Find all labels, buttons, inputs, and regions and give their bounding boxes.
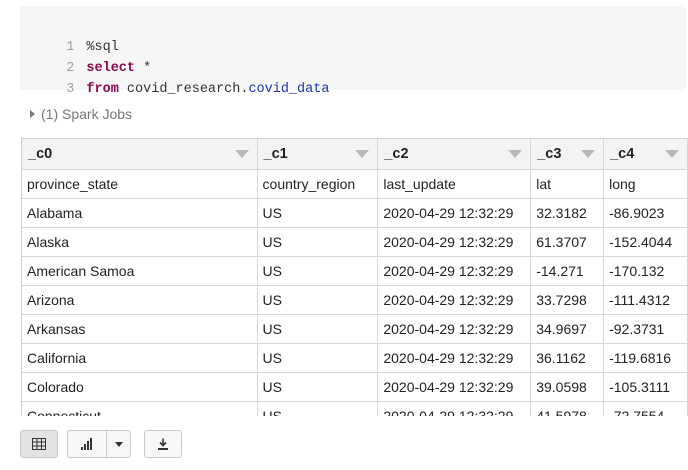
table-cell[interactable]: 33.7298 [530, 285, 605, 315]
code-line-2: 2 select * [20, 37, 151, 76]
column-header-c1[interactable]: _c1 [257, 139, 379, 170]
table-row: California US 2020-04-29 12:32:29 36.1162 -1… [22, 343, 688, 373]
table-cell[interactable]: -119.6816 [603, 343, 688, 373]
table-cell[interactable]: 41.5978 [530, 401, 605, 416]
table-cell[interactable]: 2020-04-29 12:32:29 [377, 198, 532, 228]
table-cell[interactable]: 34.9697 [530, 314, 605, 344]
download-button[interactable] [144, 430, 182, 458]
table-cell[interactable]: -92.3731 [603, 314, 688, 344]
code-cell[interactable]: 1 %sql 2 select * 3 from covid_research.cov… [20, 6, 686, 97]
table-name: covid_data [248, 82, 330, 97]
table-cell[interactable]: US [257, 256, 379, 286]
sort-caret-icon[interactable] [508, 150, 523, 158]
column-header-c3[interactable]: _c3 [530, 139, 605, 170]
table-cell[interactable]: 32.3182 [530, 198, 605, 228]
table-cell[interactable]: Alabama [22, 198, 258, 228]
column-header-label: _c3 [537, 145, 562, 162]
table-cell[interactable]: 2020-04-29 12:32:29 [377, 401, 532, 416]
table-cell[interactable]: province_state [22, 169, 258, 199]
table-row: Arizona US 2020-04-29 12:32:29 33.7298 -111.… [22, 285, 688, 315]
table-cell[interactable]: long [603, 169, 688, 199]
table-icon [32, 438, 46, 450]
table-cell[interactable]: US [257, 372, 379, 402]
table-cell[interactable]: lat [530, 169, 605, 199]
table-cell[interactable]: 2020-04-29 12:32:29 [377, 285, 532, 315]
sort-caret-icon[interactable] [665, 150, 679, 158]
table-cell[interactable]: 39.0598 [530, 372, 605, 402]
sql-keyword-from: from [86, 82, 119, 97]
chart-view-button[interactable] [67, 430, 131, 458]
table-cell[interactable]: country_region [257, 169, 379, 199]
table-cell[interactable]: -72.7554 [603, 401, 688, 416]
chart-type-dropdown[interactable] [107, 441, 130, 447]
result-table[interactable]: _c0 _c1 _c2 _c3 _c4 province_state country_re… [21, 138, 688, 416]
bar-chart-icon [81, 438, 92, 450]
sort-caret-icon[interactable] [355, 150, 370, 158]
column-header-c2[interactable]: _c2 [377, 139, 532, 170]
column-header-label: _c0 [28, 145, 53, 162]
table-cell[interactable]: last_update [377, 169, 532, 199]
sort-caret-icon[interactable] [234, 150, 249, 158]
table-cell[interactable]: 2020-04-29 12:32:29 [377, 227, 532, 257]
table-cell[interactable]: -14.271 [530, 256, 605, 286]
column-header-label: _c2 [384, 145, 409, 162]
table-row: Colorado US 2020-04-29 12:32:29 39.0598 -105… [22, 372, 688, 402]
column-header-c0[interactable]: _c0 [22, 139, 258, 170]
table-cell[interactable]: -86.9023 [603, 198, 688, 228]
table-row: Alaska US 2020-04-29 12:32:29 61.3707 -152.4… [22, 227, 688, 257]
chevron-down-icon [114, 441, 123, 447]
table-cell[interactable]: US [257, 285, 379, 315]
table-row: American Samoa US 2020-04-29 12:32:29 -14.2… [22, 256, 688, 286]
table-cell[interactable]: 36.1162 [530, 343, 605, 373]
table-cell[interactable]: US [257, 227, 379, 257]
table-cell[interactable]: US [257, 401, 379, 416]
table-cell[interactable]: Arkansas [22, 314, 258, 344]
table-cell[interactable]: US [257, 314, 379, 344]
code-line-1: 1 %sql [20, 16, 119, 55]
table-cell[interactable]: 2020-04-29 12:32:29 [377, 256, 532, 286]
column-header-c4[interactable]: _c4 [603, 139, 688, 170]
table-cell[interactable]: Alaska [22, 227, 258, 257]
download-icon [158, 438, 168, 450]
expand-triangle-icon [30, 110, 35, 118]
schema-name: covid_research. [118, 82, 249, 97]
column-header-label: _c4 [610, 145, 635, 162]
spark-jobs-toggle[interactable]: (1) Spark Jobs [30, 104, 132, 124]
table-view-button[interactable] [20, 430, 58, 458]
table-cell[interactable]: 2020-04-29 12:32:29 [377, 372, 532, 402]
table-cell[interactable]: -152.4044 [603, 227, 688, 257]
chart-icon-wrap [68, 438, 106, 450]
column-header-label: _c1 [263, 145, 288, 162]
table-cell[interactable]: -170.132 [603, 256, 688, 286]
table-row: Alabama US 2020-04-29 12:32:29 32.3182 -86.9… [22, 198, 688, 228]
table-cell[interactable]: US [257, 343, 379, 373]
code-line-3: 3 from covid_research.covid_data [20, 58, 329, 97]
table-cell[interactable]: Arizona [22, 285, 258, 315]
table-cell[interactable]: 2020-04-29 12:32:29 [377, 343, 532, 373]
table-row: Connecticut US 2020-04-29 12:32:29 41.5978-… [22, 401, 688, 416]
table-cell[interactable]: 2020-04-29 12:32:29 [377, 314, 532, 344]
sort-caret-icon[interactable] [581, 150, 596, 158]
table-cell[interactable]: Colorado [22, 372, 258, 402]
table-cell[interactable]: US [257, 198, 379, 228]
table-cell[interactable]: American Samoa [22, 256, 258, 286]
table-cell[interactable]: -111.4312 [603, 285, 688, 315]
spark-jobs-label: (1) Spark Jobs [41, 106, 133, 122]
table-cell[interactable]: California [22, 343, 258, 373]
table-row: province_state country_region last_update l… [22, 169, 688, 199]
table-row: Arkansas US 2020-04-29 12:32:29 34.9697 -92.… [22, 314, 688, 344]
table-cell[interactable]: 61.3707 [530, 227, 605, 257]
table-cell[interactable]: -105.3111 [603, 372, 688, 402]
line-number: 3 [66, 82, 75, 97]
table-cell[interactable]: Connecticut [22, 401, 258, 416]
